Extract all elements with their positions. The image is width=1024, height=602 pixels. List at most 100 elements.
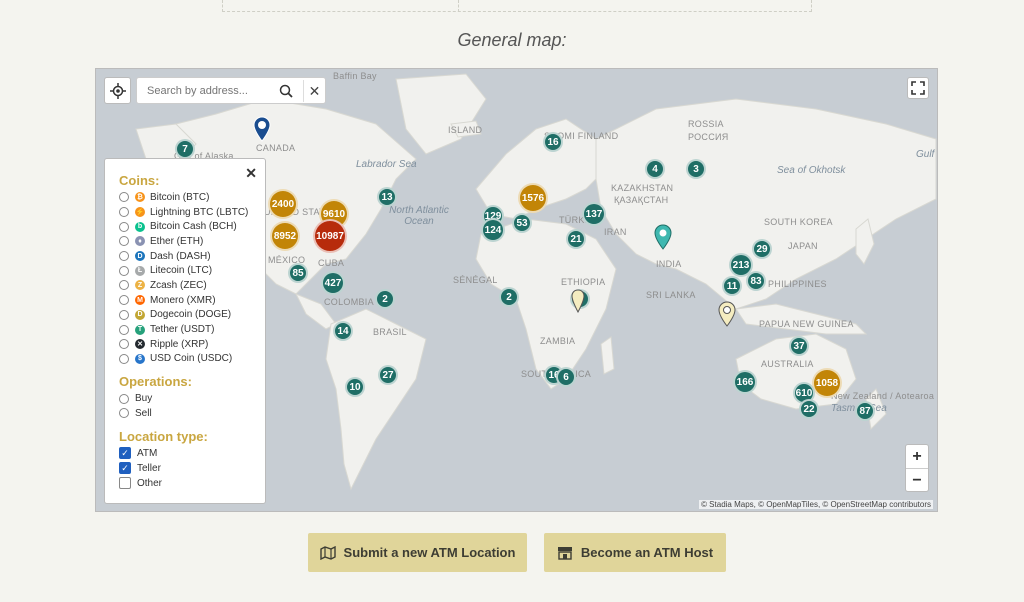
cluster-marker[interactable]: 22 [799,399,819,419]
radio-button[interactable] [119,280,129,291]
operation-filter-option[interactable]: Buy [119,391,265,406]
coin-filter-option[interactable]: ₿ Bitcoin (BTC) [119,190,265,205]
cluster-marker[interactable]: 2 [375,289,395,309]
fullscreen-button[interactable] [907,77,929,99]
coin-filter-option[interactable]: ⚡ Lightning BTC (LBTC) [119,205,265,220]
coin-icon: $ [135,353,145,364]
cluster-marker[interactable]: 137 [582,202,606,226]
coin-filter-option[interactable]: b Bitcoin Cash (BCH) [119,219,265,234]
become-atm-host-button[interactable]: Become an ATM Host [544,533,726,572]
cluster-marker[interactable]: 11 [722,276,742,296]
zoom-out-button[interactable]: − [906,469,928,493]
radio-button[interactable] [119,207,129,218]
map-label: BRASIL [373,327,407,337]
radio-button[interactable] [119,236,129,247]
checkbox[interactable]: ✓ [119,447,131,460]
cluster-marker[interactable]: 1058 [812,368,842,398]
cluster-marker[interactable]: 3 [686,159,706,179]
submit-atm-location-button[interactable]: Submit a new ATM Location [308,533,527,572]
map-label: New Zealand / Aotearoa [831,391,935,401]
locate-me-button[interactable] [104,77,131,104]
cluster-marker[interactable]: 37 [789,336,809,356]
map-label: ROSSIA [688,119,724,129]
radio-button[interactable] [119,265,129,276]
cluster-marker[interactable]: 2400 [268,189,298,219]
coin-filter-option[interactable]: ♦ Ether (ETH) [119,234,265,249]
map-label: ETHIOPIA [561,277,606,287]
cluster-marker[interactable]: 21 [566,229,586,249]
ocean-label: Gulf [916,149,935,160]
cluster-marker[interactable]: 427 [321,271,345,295]
checkbox[interactable] [119,477,131,490]
cluster-marker[interactable]: 16 [543,132,563,152]
cluster-marker[interactable]: 87 [855,401,875,421]
cluster-marker[interactable]: 83 [746,271,766,291]
location-pin-icon[interactable] [571,289,585,313]
cluster-marker[interactable]: 13 [377,187,397,207]
map-label: SÉNÉGAL [453,275,498,285]
cluster-marker[interactable]: 27 [378,365,398,385]
cluster-marker[interactable]: 6 [556,367,576,387]
cluster-marker[interactable]: 10987 [313,219,347,253]
radio-button[interactable] [119,393,129,404]
map-label: ZAMBIA [540,336,576,346]
checkbox[interactable]: ✓ [119,462,131,475]
radio-button[interactable] [119,339,129,350]
coin-filter-option[interactable]: D Dogecoin (DOGE) [119,308,265,323]
coin-filter-option[interactable]: M Monero (XMR) [119,293,265,308]
location-pin-icon[interactable] [654,224,672,250]
location-type-option[interactable]: ✓ ATM [119,446,265,461]
close-icon: ✕ [245,165,257,181]
cluster-marker[interactable]: 14 [333,321,353,341]
operation-filter-option[interactable]: Sell [119,406,265,421]
radio-button[interactable] [119,324,129,335]
cluster-marker[interactable]: 1576 [518,183,548,213]
cluster-marker[interactable]: 124 [481,218,505,242]
coin-filter-option[interactable]: ✕ Ripple (XRP) [119,337,265,352]
radio-button[interactable] [119,221,129,232]
location-pin-icon[interactable] [253,116,271,142]
world-map[interactable]: Baffin Bay ISLAND SUOMI FINLAND ROSSIA Р… [95,68,938,512]
cluster-marker[interactable]: 8952 [270,221,300,251]
cluster-marker[interactable]: 166 [733,370,757,394]
search-input[interactable] [147,83,272,99]
coin-label: Litecoin (LTC) [150,265,213,277]
radio-button[interactable] [119,408,129,419]
coin-filter-option[interactable]: $ USD Coin (USDC) [119,352,265,367]
location-type-option[interactable]: Other [119,476,265,491]
map-attribution[interactable]: © Stadia Maps, © OpenMapTiles, © OpenStr… [699,500,933,509]
cluster-marker[interactable]: 7 [175,139,195,159]
coin-icon: ⚡ [135,207,145,218]
cluster-marker[interactable]: 2 [499,287,519,307]
clear-search-button[interactable]: ✕ [303,80,325,102]
location-pin-icon[interactable] [718,301,736,327]
coin-filter-option[interactable]: T Tether (USDT) [119,322,265,337]
cluster-marker[interactable]: 85 [288,263,308,283]
cluster-marker[interactable]: 4 [645,159,665,179]
radio-button[interactable] [119,309,129,320]
radio-button[interactable] [119,192,129,203]
map-label: РОССИЯ [688,132,729,142]
coin-label: Bitcoin Cash (BCH) [150,221,237,233]
location-type-option[interactable]: ✓ Teller [119,461,265,476]
cluster-marker[interactable]: 10 [345,377,365,397]
location-type-label: Other [137,477,163,489]
location-type-label: Teller [137,462,161,474]
map-label: PAPUA NEW GUINEA [759,319,854,329]
close-panel-button[interactable]: ✕ [245,165,257,182]
search-icon[interactable] [279,84,293,98]
coin-list: ₿ Bitcoin (BTC) ⚡ Lightning BTC (LBTC) b Bitc… [119,190,265,366]
coin-filter-option[interactable]: Z Zcash (ZEC) [119,278,265,293]
zoom-in-button[interactable]: + [906,445,928,469]
top-frame [222,0,812,12]
radio-button[interactable] [119,295,129,306]
coin-filter-option[interactable]: D Dash (DASH) [119,249,265,264]
radio-button[interactable] [119,251,129,262]
cluster-marker[interactable]: 29 [752,239,772,259]
cluster-marker[interactable]: 53 [512,213,532,233]
coin-icon: M [135,295,145,306]
coin-filter-option[interactable]: Ł Litecoin (LTC) [119,263,265,278]
coin-label: Zcash (ZEC) [150,279,207,291]
radio-button[interactable] [119,353,129,364]
map-label: ISLAND [448,125,483,135]
